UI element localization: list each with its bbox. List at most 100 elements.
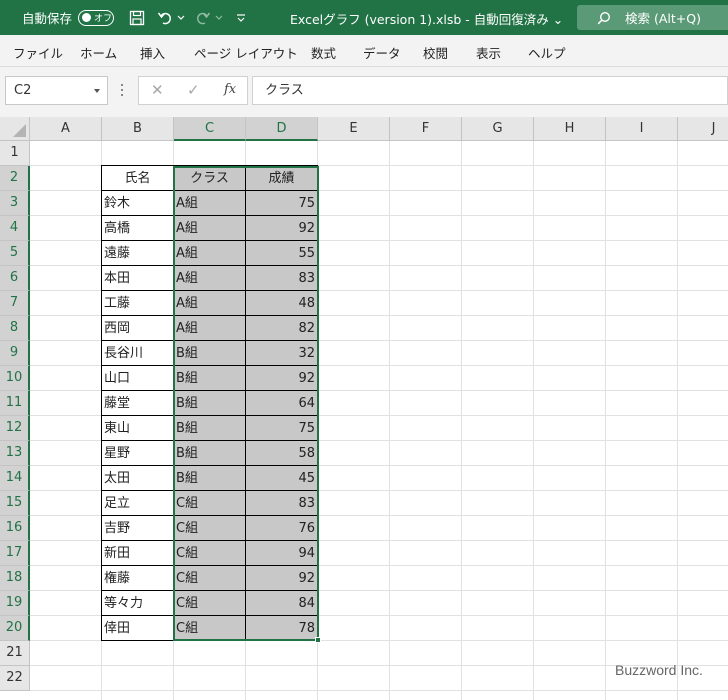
tab-review[interactable]: 校閲 xyxy=(423,43,448,62)
tab-formulas[interactable]: 数式 xyxy=(311,43,336,62)
enter-icon[interactable]: ✓ xyxy=(187,81,200,99)
undo-dropdown-icon[interactable] xyxy=(176,7,186,29)
tab-insert[interactable]: 挿入 xyxy=(140,43,165,62)
name-cell[interactable]: 足立 xyxy=(101,491,174,516)
column-header-c[interactable]: C xyxy=(174,117,246,141)
class-cell[interactable]: B組 xyxy=(174,466,246,491)
formula-input[interactable]: クラス xyxy=(252,76,728,105)
name-cell[interactable]: 鈴木 xyxy=(101,191,174,216)
class-cell[interactable]: C組 xyxy=(174,516,246,541)
name-cell[interactable]: 工藤 xyxy=(101,291,174,316)
class-cell[interactable]: C組 xyxy=(174,591,246,616)
row-header-2[interactable]: 2 xyxy=(0,166,30,191)
class-cell[interactable]: A組 xyxy=(174,191,246,216)
score-cell[interactable]: 55 xyxy=(246,241,318,266)
column-header-a[interactable]: A xyxy=(30,117,102,141)
score-cell[interactable]: 92 xyxy=(246,566,318,591)
name-cell[interactable]: 高橋 xyxy=(101,216,174,241)
class-cell[interactable]: C組 xyxy=(174,616,246,641)
customize-toolbar-icon[interactable] xyxy=(230,7,252,29)
row-header-14[interactable]: 14 xyxy=(0,466,30,491)
redo-icon[interactable] xyxy=(192,7,214,29)
class-cell[interactable]: C組 xyxy=(174,566,246,591)
name-box[interactable]: C2 xyxy=(5,76,108,105)
row-header-13[interactable]: 13 xyxy=(0,441,30,466)
row-header-19[interactable]: 19 xyxy=(0,591,30,616)
row-header-17[interactable]: 17 xyxy=(0,541,30,566)
name-cell[interactable]: 倖田 xyxy=(101,616,174,641)
column-header-f[interactable]: F xyxy=(390,117,462,141)
score-cell[interactable]: 92 xyxy=(246,216,318,241)
formula-bar-grip-icon[interactable] xyxy=(120,84,124,98)
name-cell[interactable]: 本田 xyxy=(101,266,174,291)
autosave-toggle[interactable]: オフ xyxy=(78,9,115,26)
fill-handle[interactable] xyxy=(315,637,321,643)
row-header-22[interactable]: 22 xyxy=(0,666,30,691)
row-header-1[interactable]: 1 xyxy=(0,141,30,166)
tab-home[interactable]: ホーム xyxy=(80,43,117,62)
score-cell[interactable]: 75 xyxy=(246,416,318,441)
table-header-name-cell[interactable]: 氏名 xyxy=(101,165,174,191)
column-header-j[interactable]: J xyxy=(678,117,728,141)
row-header-6[interactable]: 6 xyxy=(0,266,30,291)
score-cell[interactable]: 75 xyxy=(246,191,318,216)
tab-view[interactable]: 表示 xyxy=(476,43,501,62)
name-cell[interactable]: 太田 xyxy=(101,466,174,491)
column-header-d[interactable]: D xyxy=(246,117,318,141)
row-header-5[interactable]: 5 xyxy=(0,241,30,266)
row-header-8[interactable]: 8 xyxy=(0,316,30,341)
insert-function-icon[interactable]: fx xyxy=(224,82,236,97)
score-cell[interactable]: 92 xyxy=(246,366,318,391)
row-header-4[interactable]: 4 xyxy=(0,216,30,241)
name-cell[interactable]: 遠藤 xyxy=(101,241,174,266)
search-box[interactable]: 検索 (Alt+Q) xyxy=(577,5,728,30)
score-cell[interactable]: 58 xyxy=(246,441,318,466)
undo-icon[interactable] xyxy=(154,7,176,29)
score-cell[interactable]: 64 xyxy=(246,391,318,416)
name-cell[interactable]: 吉野 xyxy=(101,516,174,541)
column-header-i[interactable]: I xyxy=(606,117,678,141)
row-header-7[interactable]: 7 xyxy=(0,291,30,316)
class-cell[interactable]: A組 xyxy=(174,216,246,241)
row-header-3[interactable]: 3 xyxy=(0,191,30,216)
row-header-10[interactable]: 10 xyxy=(0,366,30,391)
table-header-class-cell[interactable]: クラス xyxy=(174,165,246,191)
class-cell[interactable]: C組 xyxy=(174,491,246,516)
name-cell[interactable]: 等々力 xyxy=(101,591,174,616)
row-header-11[interactable]: 11 xyxy=(0,391,30,416)
class-cell[interactable]: B組 xyxy=(174,441,246,466)
row-header-16[interactable]: 16 xyxy=(0,516,30,541)
name-cell[interactable]: 東山 xyxy=(101,416,174,441)
score-cell[interactable]: 76 xyxy=(246,516,318,541)
score-cell[interactable]: 48 xyxy=(246,291,318,316)
tab-help[interactable]: ヘルプ xyxy=(528,43,566,62)
class-cell[interactable]: B組 xyxy=(174,416,246,441)
save-icon[interactable] xyxy=(126,7,148,29)
score-cell[interactable]: 94 xyxy=(246,541,318,566)
name-cell[interactable]: 新田 xyxy=(101,541,174,566)
column-header-g[interactable]: G xyxy=(462,117,534,141)
row-header-12[interactable]: 12 xyxy=(0,416,30,441)
name-cell[interactable]: 長谷川 xyxy=(101,341,174,366)
class-cell[interactable]: A組 xyxy=(174,241,246,266)
name-box-dropdown-icon[interactable] xyxy=(94,89,100,93)
class-cell[interactable]: C組 xyxy=(174,541,246,566)
tab-file[interactable]: ファイル xyxy=(13,43,63,62)
name-cell[interactable]: 西岡 xyxy=(101,316,174,341)
row-header-21[interactable]: 21 xyxy=(0,641,30,666)
score-cell[interactable]: 84 xyxy=(246,591,318,616)
select-all-button[interactable] xyxy=(0,117,30,141)
redo-dropdown-icon[interactable] xyxy=(214,7,224,29)
row-header-9[interactable]: 9 xyxy=(0,341,30,366)
class-cell[interactable]: B組 xyxy=(174,391,246,416)
class-cell[interactable]: A組 xyxy=(174,266,246,291)
score-cell[interactable]: 82 xyxy=(246,316,318,341)
score-cell[interactable]: 78 xyxy=(246,616,318,641)
class-cell[interactable]: B組 xyxy=(174,341,246,366)
score-cell[interactable]: 83 xyxy=(246,491,318,516)
column-header-e[interactable]: E xyxy=(318,117,390,141)
name-cell[interactable]: 権藤 xyxy=(101,566,174,591)
column-header-b[interactable]: B xyxy=(102,117,174,141)
class-cell[interactable]: A組 xyxy=(174,291,246,316)
class-cell[interactable]: B組 xyxy=(174,366,246,391)
